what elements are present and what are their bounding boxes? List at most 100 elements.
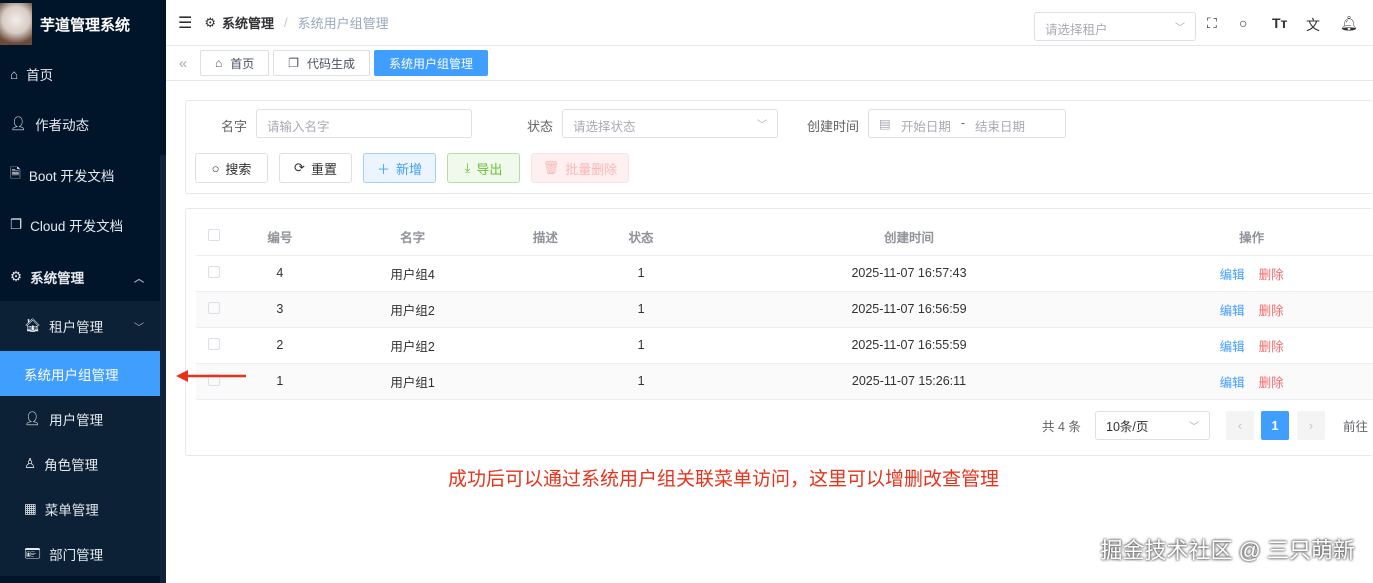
add-button[interactable]: ＋ 新增 <box>363 153 436 183</box>
separator: - <box>960 116 965 130</box>
cell-name: 用户组1 <box>327 363 498 400</box>
label: 系统管理 <box>30 271 85 286</box>
search-button[interactable]: ○ 搜索 <box>195 153 268 183</box>
col-actions: 操作 <box>1129 219 1373 256</box>
bell-icon[interactable]: 🔔︎ <box>1340 15 1358 32</box>
sidebar-item-author[interactable]: 👤︎ 作者动态 <box>0 106 160 142</box>
download-icon: ⤓ <box>464 160 471 175</box>
cell-created: 2025-11-07 15:26:11 <box>688 363 1130 400</box>
col-status: 状态 <box>593 219 689 256</box>
tenant-select[interactable]: 请选择租户 ﹀ <box>1034 12 1196 41</box>
table-row: 2 用户组2 1 2025-11-07 16:55:59 编辑 删除 <box>196 327 1373 364</box>
trash-icon: 🗑︎ <box>542 160 560 175</box>
name-input[interactable]: 请输入名字 <box>256 109 472 138</box>
sidebar-item-roles[interactable]: ♙ 角色管理 <box>0 441 160 486</box>
sidebar-item-system[interactable]: ⚙ 系统管理 ︿ <box>0 254 160 300</box>
delete-link[interactable]: 删除 <box>1259 376 1284 390</box>
page-1-button[interactable]: 1 <box>1261 411 1289 440</box>
row-checkbox[interactable] <box>208 301 220 314</box>
label: 租户管理 <box>49 320 104 335</box>
select-all-checkbox[interactable] <box>208 229 220 242</box>
cell-status: 1 <box>593 291 689 328</box>
label: 搜索 <box>225 161 252 177</box>
gear-icon: ⚙ <box>204 14 216 30</box>
chevron-down-icon: ﹀ <box>1175 23 1185 34</box>
search-form: 名字 请输入名字 状态 请选择状态 ﹀ 创建时间 ▤ 开始日期 - 结束日期 ○ 搜索 ⟳… <box>185 100 1373 194</box>
cell-status: 1 <box>593 363 689 400</box>
page-size-select[interactable]: 10条/页 ﹀ <box>1095 411 1210 440</box>
sidebar-item-depts[interactable]: 🪪︎ 部门管理 <box>0 531 160 576</box>
sidebar-item-tenant[interactable]: 🏠︎ 租户管理 ﹀ <box>0 301 160 351</box>
font-size-icon[interactable]: Tт <box>1272 15 1287 31</box>
delete-link[interactable]: 删除 <box>1259 340 1284 354</box>
search-icon[interactable]: ○ <box>1239 15 1247 31</box>
table-card: 编号 名字 描述 状态 创建时间 操作 4 用户组4 1 2025-11-07 … <box>185 208 1373 456</box>
cell-actions: 编辑 删除 <box>1129 291 1373 328</box>
label: 导出 <box>476 161 503 177</box>
edit-link[interactable]: 编辑 <box>1220 340 1245 354</box>
label: Boot 开发文档 <box>28 169 115 184</box>
tag-codegen[interactable]: ❐ 代码生成 <box>273 50 371 76</box>
prev-page-button[interactable]: ‹ <box>1226 411 1254 440</box>
refresh-icon: ⟳ <box>294 160 305 175</box>
copy-icon: ❐ <box>10 217 23 232</box>
label: 用户管理 <box>49 412 104 428</box>
end-date: 结束日期 <box>975 120 1026 134</box>
edit-link[interactable]: 编辑 <box>1220 268 1245 282</box>
label: 菜单管理 <box>44 502 99 518</box>
cell-id: 2 <box>232 327 328 364</box>
translate-icon[interactable]: 文 <box>1306 15 1320 35</box>
sidebar-item-users[interactable]: 👤︎ 用户管理 <box>0 396 160 441</box>
sidebar-item-user-group[interactable]: 系统用户组管理 <box>0 351 166 396</box>
label: 系统用户组管理 <box>24 367 119 383</box>
edit-link[interactable]: 编辑 <box>1220 376 1245 390</box>
chevron-down-icon: ﹀ <box>134 322 144 334</box>
goto-label: 前往 <box>1343 420 1369 434</box>
export-button[interactable]: ⤓ 导出 <box>447 153 520 183</box>
tag-label: 系统用户组管理 <box>389 56 474 71</box>
collapse-icon[interactable]: « <box>166 55 200 72</box>
tag-home[interactable]: ⌂ 首页 <box>200 50 270 76</box>
status-select[interactable]: 请选择状态 ﹀ <box>562 109 778 138</box>
cell-name: 用户组4 <box>327 255 498 292</box>
col-created: 创建时间 <box>688 219 1130 256</box>
tag-label: 首页 <box>230 56 255 71</box>
fullscreen-icon[interactable]: ⛶ <box>1207 15 1217 32</box>
status-label: 状态 <box>527 119 554 134</box>
cell-created: 2025-11-07 16:55:59 <box>688 327 1130 364</box>
placeholder: 请选择状态 <box>573 120 636 134</box>
table-row: 1 用户组1 1 2025-11-07 15:26:11 编辑 删除 <box>196 363 1373 400</box>
tenant-icon: 🏠︎ <box>24 318 42 333</box>
delete-link[interactable]: 删除 <box>1259 304 1284 318</box>
col-name: 名字 <box>327 219 498 256</box>
label: 部门管理 <box>49 547 104 563</box>
date-range-picker[interactable]: ▤ 开始日期 - 结束日期 <box>868 109 1066 138</box>
label: 新增 <box>396 161 423 177</box>
logo[interactable]: 芋道管理系统 <box>0 0 166 48</box>
reset-button[interactable]: ⟳ 重置 <box>279 153 352 183</box>
row-checkbox[interactable] <box>208 337 220 350</box>
sidebar-item-home[interactable]: ⌂ 首页 <box>0 56 160 92</box>
table-row: 3 用户组2 1 2025-11-07 16:56:59 编辑 删除 <box>196 291 1373 328</box>
label: 作者动态 <box>35 118 90 133</box>
page-size: 10条/页 <box>1106 420 1149 434</box>
sidebar-item-menus[interactable]: ▦ 菜单管理 <box>0 486 160 531</box>
col-id: 编号 <box>232 219 328 256</box>
delete-link[interactable]: 删除 <box>1259 268 1284 282</box>
row-checkbox[interactable] <box>208 265 220 278</box>
label: 批量删除 <box>565 161 618 177</box>
cell-name: 用户组2 <box>327 327 498 364</box>
batch-delete-button[interactable]: 🗑︎ 批量删除 <box>531 153 629 183</box>
cell-created: 2025-11-07 16:57:43 <box>688 255 1130 292</box>
hamburger-icon[interactable]: ☰ <box>178 13 192 33</box>
total-count: 共 4 条 <box>1042 420 1081 434</box>
tag-user-group[interactable]: 系统用户组管理 <box>374 50 489 76</box>
breadcrumb-separator: / <box>284 15 288 30</box>
start-date: 开始日期 <box>900 120 951 134</box>
label: 重置 <box>310 161 337 177</box>
sidebar-item-boot-docs[interactable]: 🗎︎ Boot 开发文档 <box>0 157 160 193</box>
next-page-button[interactable]: › <box>1297 411 1325 440</box>
edit-link[interactable]: 编辑 <box>1220 304 1245 318</box>
sidebar-item-cloud-docs[interactable]: ❐ Cloud 开发文档 <box>0 207 160 243</box>
breadcrumb-item[interactable]: 系统管理 <box>222 13 274 32</box>
